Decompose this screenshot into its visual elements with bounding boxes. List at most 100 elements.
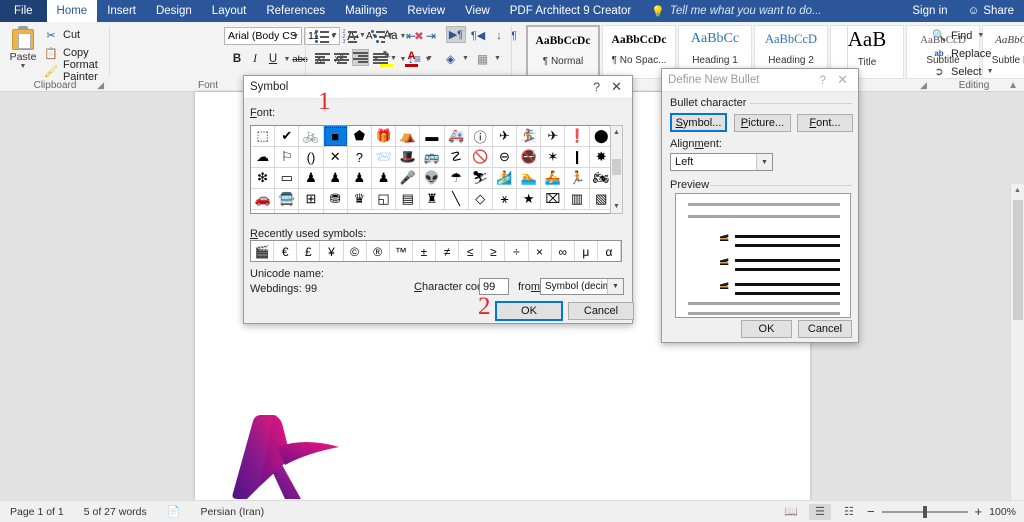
recent-symbol-cell[interactable]: ©: [344, 241, 367, 261]
symbol-cell[interactable]: ★: [517, 189, 542, 210]
symbol-cell[interactable]: ☁: [251, 147, 276, 168]
bold-button[interactable]: B: [228, 50, 246, 68]
symbol-cell[interactable]: 👽: [420, 168, 445, 189]
ribbon-tab-file[interactable]: File: [0, 0, 47, 22]
bullet-list-icon[interactable]: [314, 27, 330, 44]
symbol-cell[interactable]: 🏄: [492, 168, 518, 189]
symbol-cell[interactable]: ✔: [275, 126, 300, 147]
symbol-cell[interactable]: 🏊: [517, 168, 542, 189]
recent-symbol-cell[interactable]: μ: [575, 241, 598, 261]
recent-symbol-cell[interactable]: ×: [529, 241, 552, 261]
symbol-cell[interactable]: ⓘ: [468, 126, 493, 147]
collapse-ribbon-icon[interactable]: ▲: [1008, 80, 1018, 91]
chevron-down-icon[interactable]: ▼: [6, 63, 40, 70]
symbol-grid[interactable]: ⬚ ✔ 🚲 ■ ⬟ 🎁 ⛺ ▬ 🚑 ⓘ ✈ 🏂 ✈ ❗ ⬤ ☁ ⚐ () ✕ ?…: [250, 125, 622, 214]
symbol-cell[interactable]: ✶: [541, 147, 566, 168]
symbol-cell[interactable]: ⊞: [299, 189, 324, 210]
symbol-cell[interactable]: ⬟: [347, 126, 372, 147]
recent-symbol-cell[interactable]: £: [297, 241, 321, 261]
multilevel-chevron-icon[interactable]: ▼: [386, 27, 395, 44]
select-button[interactable]: ➲ Select ▼: [932, 63, 993, 80]
bullet-symbol-button[interactable]: Symbol...: [670, 113, 727, 132]
sort-icon[interactable]: ↓: [492, 27, 506, 44]
recent-symbol-cell[interactable]: ∞: [552, 241, 575, 261]
recent-symbol-cell[interactable]: ™: [390, 241, 413, 261]
ribbon-tab-design[interactable]: Design: [146, 0, 202, 22]
from-select[interactable]: Symbol (decimal) ▼: [540, 278, 624, 295]
shading-chevron-icon[interactable]: ▼: [461, 50, 470, 67]
proofing-icon[interactable]: 📄: [157, 505, 191, 518]
word-count[interactable]: 5 of 27 words: [74, 506, 157, 518]
ribbon-tab-home[interactable]: Home: [46, 0, 98, 22]
bullet-ok-button[interactable]: OK: [741, 320, 792, 338]
symbol-cell[interactable]: 🎤: [396, 168, 421, 189]
symbol-cell[interactable]: ✒: [251, 210, 276, 213]
left-to-right-icon[interactable]: ▶¶: [446, 26, 466, 43]
symbol-cell[interactable]: 🚲: [299, 126, 324, 147]
symbol-cell[interactable]: ❗: [565, 126, 590, 147]
symbol-dialog-titlebar[interactable]: Symbol ? ✕: [244, 76, 632, 99]
chevron-down-icon[interactable]: ▼: [756, 154, 772, 170]
zoom-level[interactable]: 100%: [989, 506, 1016, 518]
symbol-cell[interactable]: 📨: [371, 147, 397, 168]
symbol-cell[interactable]: ▨: [299, 210, 324, 213]
print-layout-icon[interactable]: ☰: [808, 503, 831, 520]
line-spacing-chevron-icon[interactable]: ▼: [425, 50, 434, 67]
symbol-cell[interactable]: ◱: [371, 189, 397, 210]
recent-symbol-cell[interactable]: ≤: [459, 241, 483, 261]
vertical-scrollbar[interactable]: ▲: [1010, 184, 1024, 522]
increase-indent-icon[interactable]: ⇥: [422, 27, 440, 44]
symbol-cell[interactable]: ⬚: [251, 126, 276, 147]
paste-button[interactable]: Paste ▼: [6, 26, 40, 70]
bullet-font-button[interactable]: Font...: [797, 114, 853, 132]
symbol-cell[interactable]: ❇: [251, 168, 276, 189]
show-formatting-marks-icon[interactable]: ¶: [507, 27, 521, 44]
recent-symbol-cell[interactable]: ±: [413, 241, 436, 261]
symbol-cell[interactable]: ♟: [323, 168, 348, 189]
symbol-cell[interactable]: ▭: [275, 168, 300, 189]
language-indicator[interactable]: Persian (Iran): [190, 506, 274, 518]
close-icon[interactable]: ✕: [607, 79, 626, 95]
symbol-cell[interactable]: ?: [347, 147, 372, 168]
bullet-picture-button[interactable]: Picture...: [734, 114, 791, 132]
borders-icon[interactable]: ▦: [474, 50, 491, 67]
zoom-slider[interactable]: [881, 505, 968, 519]
help-icon[interactable]: ?: [812, 73, 833, 87]
page-count[interactable]: Page 1 of 1: [0, 506, 74, 518]
sign-in-button[interactable]: Sign in: [902, 0, 957, 22]
symbol-cell[interactable]: ◇: [468, 189, 493, 210]
symbol-grid-scrollbar[interactable]: ▲ ▼: [610, 125, 623, 214]
ribbon-tab-review[interactable]: Review: [397, 0, 455, 22]
symbol-cell[interactable]: ▬: [420, 126, 445, 147]
symbol-cell[interactable]: 🚣: [541, 168, 566, 189]
recent-symbol-cell[interactable]: €: [274, 241, 298, 261]
numbered-list-icon[interactable]: 123: [342, 27, 358, 45]
chevron-down-icon[interactable]: ▼: [607, 279, 623, 294]
symbol-cell[interactable]: 🚫: [468, 147, 493, 168]
symbol-cell[interactable]: ⌧: [541, 189, 566, 210]
symbol-cell-selected[interactable]: ■: [323, 126, 348, 147]
align-center-icon[interactable]: [333, 50, 350, 67]
zoom-out-button[interactable]: −: [867, 504, 875, 519]
bullet-dialog-titlebar[interactable]: Define New Bullet ? ✕: [662, 69, 858, 92]
symbol-cell[interactable]: 🚌: [420, 147, 445, 168]
chevron-down-icon[interactable]: ▼: [292, 33, 299, 40]
line-spacing-icon[interactable]: ↕≡: [406, 50, 423, 67]
symbol-cell[interactable]: 🏂: [517, 126, 542, 147]
symbol-cell[interactable]: ⚹: [492, 189, 518, 210]
font-name-input[interactable]: Arial (Body CS ▼: [224, 27, 302, 45]
symbol-cell[interactable]: ▤: [396, 189, 421, 210]
numbering-chevron-icon[interactable]: ▼: [358, 27, 367, 44]
multilevel-list-icon[interactable]: [370, 27, 386, 44]
symbol-cell[interactable]: ✈: [492, 126, 518, 147]
recent-symbol-cell[interactable]: ≠: [436, 241, 460, 261]
style-normal[interactable]: AaBbCcDc ¶ Normal: [526, 25, 600, 79]
symbol-cell[interactable]: ☂: [444, 168, 469, 189]
zoom-in-button[interactable]: +: [975, 504, 983, 519]
symbol-cell[interactable]: ⚐: [275, 147, 300, 168]
symbol-cell[interactable]: ╲: [444, 189, 469, 210]
symbol-cell[interactable]: ▥: [565, 189, 590, 210]
symbol-cell[interactable]: 🚍: [275, 189, 300, 210]
symbol-cell[interactable]: ⛷: [468, 168, 493, 189]
symbol-cell[interactable]: ♛: [347, 189, 372, 210]
